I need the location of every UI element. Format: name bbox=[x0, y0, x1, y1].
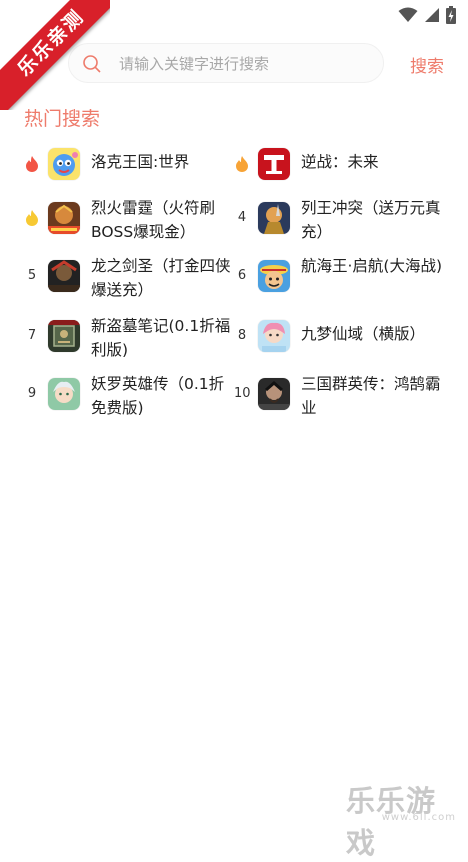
hot-item[interactable]: 6 航海王·启航(大海战) bbox=[234, 254, 444, 306]
game-name: 九梦仙域（横版） bbox=[301, 325, 426, 343]
rank-number: 4 bbox=[237, 210, 247, 225]
rank-1-badge bbox=[24, 156, 40, 172]
hot-item[interactable]: 4 列王冲突（送万元真充） bbox=[234, 196, 444, 248]
rank-number: 7 bbox=[27, 328, 37, 343]
flame-orange-icon bbox=[236, 156, 248, 172]
battery-charging-icon bbox=[446, 6, 456, 24]
hot-item[interactable]: 8 九梦仙域（横版） bbox=[234, 314, 444, 366]
site-watermark: 乐乐游戏 www.6ll.com bbox=[346, 778, 466, 860]
game-name: 烈火雷霆（火符刷BOSS爆现金） bbox=[91, 199, 216, 241]
hot-search-list: 洛克王国:世界 逆战：未来 烈火雷霆（火符刷BOSS爆现金） 4 列王冲突（送万… bbox=[0, 142, 468, 442]
rank-number: 6 bbox=[237, 268, 247, 283]
roco-kingdom-game-icon bbox=[48, 148, 80, 180]
search-input[interactable] bbox=[119, 53, 369, 75]
rank-2-badge bbox=[234, 156, 250, 172]
hot-item[interactable]: 洛克王国:世界 bbox=[24, 142, 234, 194]
game-name: 逆战：未来 bbox=[301, 153, 379, 171]
hot-item[interactable]: 烈火雷霆（火符刷BOSS爆现金） bbox=[24, 196, 234, 248]
hot-item[interactable]: 逆战：未来 bbox=[234, 142, 444, 194]
game-name: 新盗墓笔记(0.1折福利版) bbox=[91, 317, 231, 359]
rank-3-badge bbox=[24, 210, 40, 226]
longzhi-jiansheng-game-icon bbox=[48, 260, 80, 292]
rank-number: 8 bbox=[237, 328, 247, 343]
game-name: 妖罗英雄传（0.1折免费版) bbox=[91, 375, 225, 417]
yaoluo-yingxiong-game-icon bbox=[48, 378, 80, 410]
flame-yellow-icon bbox=[26, 210, 38, 226]
liehuo-leiting-game-icon bbox=[48, 202, 80, 234]
nizhan-future-game-icon bbox=[258, 148, 290, 180]
liewang-chongtu-game-icon bbox=[258, 202, 290, 234]
ribbon-label: 乐乐亲测 bbox=[0, 0, 110, 110]
jiumeng-xianyu-game-icon bbox=[258, 320, 290, 352]
game-name: 龙之剑圣（打金四侠爆送充） bbox=[91, 257, 231, 299]
hanghaiwang-game-icon bbox=[258, 260, 290, 292]
game-name: 航海王·启航(大海战) bbox=[301, 257, 443, 275]
status-icons bbox=[398, 6, 456, 24]
hot-item[interactable]: 9 妖罗英雄传（0.1折免费版) bbox=[24, 372, 234, 424]
cellular-signal-icon bbox=[425, 8, 439, 22]
game-name: 列王冲突（送万元真充） bbox=[301, 199, 441, 241]
search-button[interactable]: 搜索 bbox=[410, 52, 444, 77]
hot-item[interactable]: 7 新盗墓笔记(0.1折福利版) bbox=[24, 314, 234, 366]
hot-item[interactable]: 10 三国群英传：鸿鹄霸业 bbox=[234, 372, 444, 424]
game-name: 三国群英传：鸿鹄霸业 bbox=[301, 375, 441, 417]
wifi-icon bbox=[398, 7, 418, 22]
review-ribbon: 乐乐亲测 bbox=[0, 0, 110, 110]
daomu-biji-game-icon bbox=[48, 320, 80, 352]
hot-item[interactable]: 5 龙之剑圣（打金四侠爆送充） bbox=[24, 254, 234, 306]
game-name: 洛克王国:世界 bbox=[91, 153, 190, 171]
sanguo-qunying-game-icon bbox=[258, 378, 290, 410]
watermark-url: www.6ll.com bbox=[381, 812, 456, 823]
rank-number: 10 bbox=[234, 386, 251, 401]
flame-red-icon bbox=[26, 156, 38, 172]
search-box[interactable] bbox=[68, 43, 384, 83]
rank-number: 9 bbox=[27, 386, 37, 401]
rank-number: 5 bbox=[27, 268, 37, 283]
